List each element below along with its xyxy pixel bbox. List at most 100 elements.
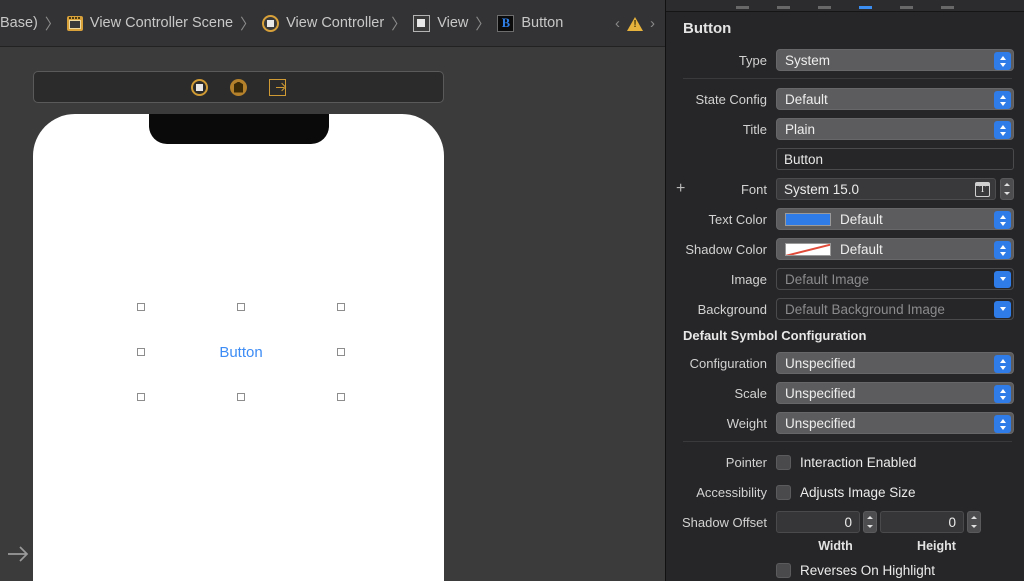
chevron-updown-icon[interactable] xyxy=(994,91,1011,109)
connections-inspector-tab[interactable] xyxy=(940,0,955,11)
xcode-interface-builder: Base) 〉 View Controller Scene 〉 View Con… xyxy=(0,0,1024,581)
configuration-popup-button[interactable]: Unspecified xyxy=(776,352,1014,374)
text-color-swatch[interactable] xyxy=(785,212,831,226)
resize-handle-bottom-right[interactable] xyxy=(337,393,345,401)
row-accessibility: Accessibility Adjusts Image Size xyxy=(666,479,1024,505)
resize-handle-top-center[interactable] xyxy=(237,303,245,311)
resize-handle-bottom-left[interactable] xyxy=(137,393,145,401)
next-issue-button[interactable]: › xyxy=(650,15,655,32)
reverses-on-highlight-checkbox[interactable] xyxy=(776,562,791,578)
text-color-popup-button[interactable]: Default xyxy=(776,208,1014,230)
breadcrumb-item-view-controller-scene[interactable]: View Controller Scene xyxy=(66,0,234,47)
type-popup-button[interactable]: System xyxy=(776,49,1014,71)
attributes-inspector-panel: Button Type System State Config Default xyxy=(665,0,1024,581)
row-label: Shadow Offset xyxy=(681,514,767,530)
history-inspector-tab[interactable] xyxy=(776,0,791,11)
breadcrumb-item-base[interactable]: Base) xyxy=(0,0,38,47)
weight-popup-button[interactable]: Unspecified xyxy=(776,412,1014,434)
symbol-configuration-heading: Default Symbol Configuration xyxy=(683,328,867,343)
row-background: Background Default Background Image xyxy=(666,296,1024,322)
row-scale: Scale Unspecified xyxy=(666,380,1024,406)
row-label: Pointer xyxy=(725,454,767,470)
shadow-offset-height-stepper[interactable] xyxy=(967,511,981,533)
scale-popup-button[interactable]: Unspecified xyxy=(776,382,1014,404)
chevron-updown-icon[interactable] xyxy=(994,121,1011,139)
shadow-offset-height-input[interactable]: 0 xyxy=(880,511,964,533)
divider xyxy=(683,441,1012,442)
row-reverses-on-highlight: Reverses On Highlight xyxy=(666,557,1024,581)
row-title-style: Title Plain xyxy=(666,116,1024,142)
file-inspector-tab[interactable] xyxy=(735,0,750,11)
row-label: Shadow Color xyxy=(685,241,767,257)
breadcrumb-separator: 〉 xyxy=(475,15,491,33)
view-controller-dock-icon[interactable] xyxy=(191,78,208,96)
add-state-button[interactable]: + xyxy=(676,181,685,197)
title-text-input[interactable]: Button xyxy=(776,148,1014,170)
warning-triangle-icon[interactable] xyxy=(627,16,643,31)
adjusts-image-size-label: Adjusts Image Size xyxy=(800,484,916,500)
title-style-popup-button[interactable]: Plain xyxy=(776,118,1014,140)
font-picker-icon[interactable]: T xyxy=(975,182,990,197)
image-combo-box[interactable]: Default Image xyxy=(776,268,1014,290)
breadcrumb-separator: 〉 xyxy=(44,15,60,33)
resize-handle-top-left[interactable] xyxy=(137,303,145,311)
quick-help-inspector-tab[interactable] xyxy=(817,0,832,11)
scene-dock[interactable] xyxy=(33,71,444,103)
font-size-stepper[interactable] xyxy=(1000,178,1014,200)
arrow-right-icon[interactable] xyxy=(5,541,31,567)
previous-issue-button[interactable]: ‹ xyxy=(615,15,620,32)
adjusts-image-size-checkbox[interactable] xyxy=(776,484,791,500)
attributes-inspector-tab[interactable] xyxy=(858,0,873,11)
chevron-down-icon[interactable] xyxy=(994,271,1011,288)
first-responder-dock-icon[interactable] xyxy=(230,78,247,96)
background-placeholder: Default Background Image xyxy=(785,301,945,317)
button-title-label: Button xyxy=(219,343,263,361)
row-label: Weight xyxy=(726,415,767,431)
title-style-value: Plain xyxy=(785,121,816,137)
row-shadow-offset: Shadow Offset 0 0 xyxy=(666,509,1024,535)
size-inspector-tab[interactable] xyxy=(899,0,914,11)
shadow-color-popup-button[interactable]: Default xyxy=(776,238,1014,260)
chevron-updown-icon[interactable] xyxy=(994,355,1011,373)
device-preview[interactable]: Button xyxy=(33,114,444,581)
font-input[interactable]: System 15.0 T xyxy=(776,178,996,200)
breadcrumb-item-view-controller[interactable]: View Controller xyxy=(262,0,384,47)
chevron-updown-icon[interactable] xyxy=(994,385,1011,403)
selected-button[interactable]: Button xyxy=(137,303,345,401)
resize-handle-bottom-center[interactable] xyxy=(237,393,245,401)
chevron-updown-icon[interactable] xyxy=(994,415,1011,433)
chevron-down-icon[interactable] xyxy=(994,301,1011,318)
pointer-interaction-checkbox[interactable] xyxy=(776,454,791,470)
inspector-content: Button Type System State Config Default xyxy=(666,12,1024,581)
breadcrumb-separator: 〉 xyxy=(240,15,256,33)
row-label: Text Color xyxy=(708,211,767,227)
background-combo-box[interactable]: Default Background Image xyxy=(776,298,1014,320)
resize-handle-top-right[interactable] xyxy=(337,303,345,311)
scale-value: Unspecified xyxy=(785,385,856,401)
chevron-updown-icon[interactable] xyxy=(994,211,1011,229)
row-shadow-color: Shadow Color Default xyxy=(666,236,1024,262)
shadow-offset-width-label: Width xyxy=(818,539,853,553)
row-image: Image Default Image xyxy=(666,266,1024,292)
shadow-offset-width-value: 0 xyxy=(844,514,852,530)
shadow-offset-width-stepper[interactable] xyxy=(863,511,877,533)
configuration-value: Unspecified xyxy=(785,355,856,371)
row-title-text: Button xyxy=(666,146,1024,172)
breadcrumb-item-view[interactable]: View xyxy=(413,0,468,47)
chevron-updown-icon[interactable] xyxy=(994,52,1011,70)
font-value: System 15.0 xyxy=(784,181,860,197)
row-label: Background xyxy=(697,301,767,317)
state-config-popup-button[interactable]: Default xyxy=(776,88,1014,110)
chevron-updown-icon[interactable] xyxy=(994,241,1011,259)
breadcrumb-item-label: View Controller Scene xyxy=(89,15,234,31)
shadow-color-swatch[interactable] xyxy=(785,242,831,256)
breadcrumb-item-label: Base) xyxy=(0,15,38,31)
exit-dock-icon[interactable] xyxy=(269,78,286,96)
divider xyxy=(683,78,1012,79)
resize-handle-middle-right[interactable] xyxy=(337,348,345,356)
shadow-offset-width-input[interactable]: 0 xyxy=(776,511,860,533)
breadcrumb-item-button[interactable]: B Button xyxy=(497,0,563,47)
resize-handle-middle-left[interactable] xyxy=(137,348,145,356)
shadow-color-value: Default xyxy=(840,241,883,257)
type-value: System xyxy=(785,52,831,68)
